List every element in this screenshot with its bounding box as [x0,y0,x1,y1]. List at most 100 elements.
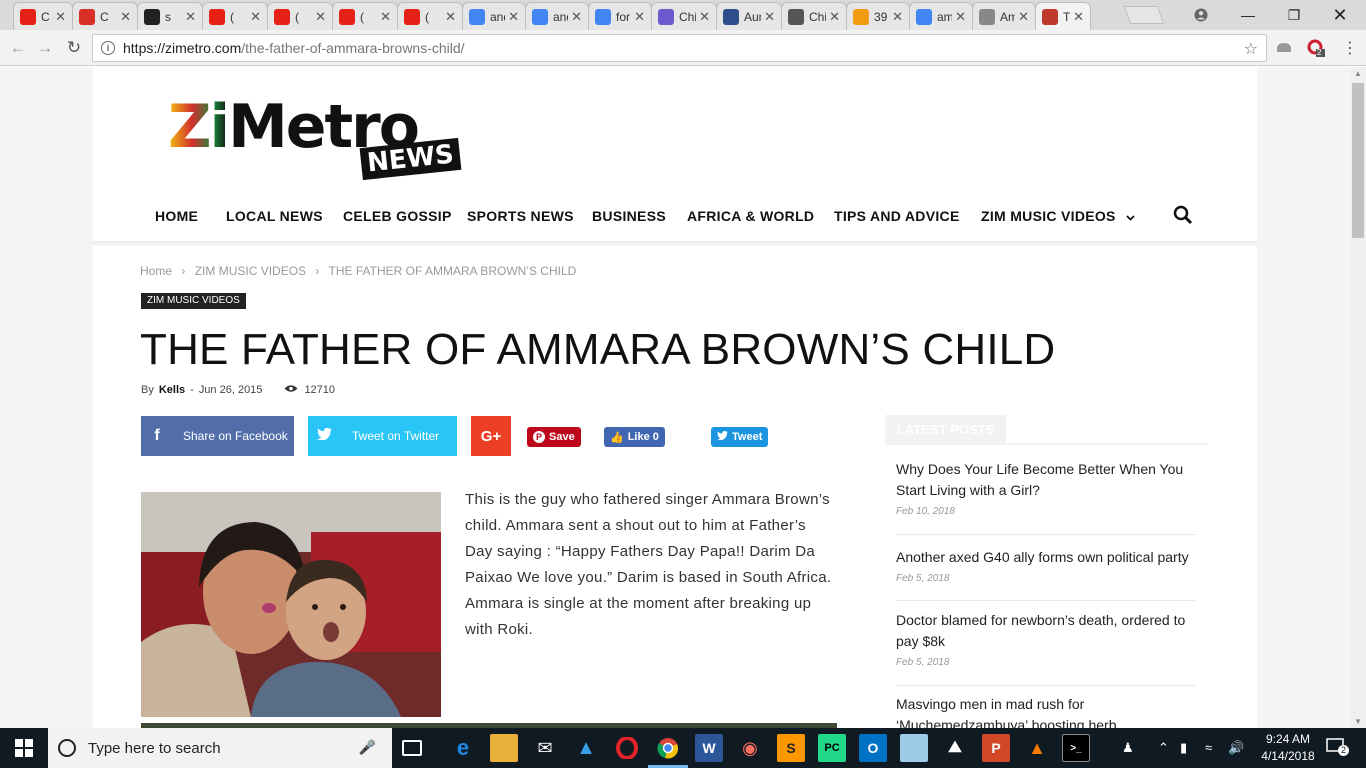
close-tab-icon[interactable]: ✕ [55,9,66,25]
author-link[interactable]: Kells [159,384,185,396]
browser-tab[interactable]: (✕ [267,2,333,30]
close-tab-icon[interactable]: ✕ [1018,9,1029,25]
chrome-menu-icon[interactable]: ⋮ [1340,38,1360,58]
mail-icon[interactable]: ✉ [531,734,559,762]
browser-tab[interactable]: 39 Fa✕ [846,2,910,30]
opera-icon[interactable] [613,734,641,762]
breadcrumb-home[interactable]: Home [140,264,172,278]
close-tab-icon[interactable]: ✕ [571,9,582,25]
sidebar-post-title[interactable]: Why Does Your Life Become Better When Yo… [896,459,1196,501]
sidebar-post-title[interactable]: Doctor blamed for newborn’s death, order… [896,610,1196,652]
google-plus-icon[interactable]: G+ [471,416,511,456]
notes-icon[interactable] [900,734,928,762]
reload-icon[interactable]: ↻ [62,36,86,60]
close-tab-icon[interactable]: ✕ [764,9,775,25]
file-explorer-icon[interactable] [490,734,518,762]
windows-start-icon[interactable] [0,728,48,768]
facebook-like-button[interactable]: 👍 Like 0 [604,427,665,447]
close-tab-icon[interactable]: ✕ [120,9,131,25]
scroll-up-icon[interactable]: ▲ [1354,69,1362,78]
new-tab-button[interactable] [1123,6,1165,24]
people-icon[interactable]: ♟ [1122,740,1134,756]
taskbar-search-box[interactable]: Type here to search 🎤 [48,728,392,768]
share-facebook-button[interactable]: f Share on Facebook [141,416,294,456]
restore-icon[interactable]: ❐ [1271,0,1317,30]
battery-icon[interactable]: ▮ [1180,740,1187,756]
close-tab-icon[interactable]: ✕ [508,9,519,25]
sidebar-post[interactable]: Masvingo men in mad rush for ‘Muchemedza… [896,694,1196,728]
category-badge[interactable]: ZIM MUSIC VIDEOS [141,293,246,309]
address-bar[interactable]: i https://zimetro.com/the-father-of-amma… [92,34,1267,62]
sidebar-post-title[interactable]: Another axed G40 ally forms own politica… [896,547,1196,568]
close-tab-icon[interactable]: ✕ [892,9,903,25]
nav-home[interactable]: HOME [155,208,198,224]
bookmark-star-icon[interactable]: ☆ [1244,39,1258,59]
browser-tab[interactable]: C ✕ [13,2,73,30]
nav-tips-and-advice[interactable]: TIPS AND ADVICE [834,208,960,224]
outlook-icon[interactable]: O [859,734,887,762]
nav-africa-world[interactable]: AFRICA & WORLD [687,208,814,224]
sidebar-post-title[interactable]: Masvingo men in mad rush for ‘Muchemedza… [896,694,1196,728]
sidebar-post[interactable]: Doctor blamed for newborn’s death, order… [896,610,1196,668]
close-tab-icon[interactable]: ✕ [445,9,456,25]
taskbar-clock[interactable]: 9:24 AM 4/14/2018 [1252,731,1324,765]
photos-icon[interactable]: ⛰ [941,734,969,762]
browser-tab[interactable]: (✕ [202,2,268,30]
browser-tab[interactable]: (✕ [332,2,398,30]
sublime-text-icon[interactable]: S [777,734,805,762]
browser-tab[interactable]: Chiw✕ [781,2,847,30]
close-tab-icon[interactable]: ✕ [380,9,391,25]
volume-icon[interactable]: 🔊 [1228,740,1244,756]
wifi-icon[interactable]: ≈ [1205,740,1212,755]
browser-tab[interactable]: for h✕ [588,2,652,30]
browser-tab[interactable]: andy✕ [525,2,589,30]
site-info-icon[interactable]: i [101,41,115,55]
vlc-icon[interactable]: ▲ [1023,734,1051,762]
sidebar-post[interactable]: Why Does Your Life Become Better When Yo… [896,459,1196,517]
close-tab-icon[interactable]: ✕ [955,9,966,25]
action-center-icon[interactable]: 2 [1326,737,1349,758]
nav-local-news[interactable]: LOCAL NEWS [226,208,323,224]
close-tab-icon[interactable]: ✕ [1073,9,1084,25]
chrome-icon[interactable] [654,734,682,762]
browser-tab[interactable]: amm✕ [909,2,973,30]
microphone-icon[interactable]: 🎤 [359,739,376,756]
close-tab-icon[interactable]: ✕ [185,9,196,25]
terminal-icon[interactable]: >_ [1062,734,1090,762]
scrollbar-thumb[interactable] [1352,83,1364,238]
browser-tab[interactable]: T ✕ [1035,2,1091,30]
article-photo[interactable] [141,492,441,717]
word-icon[interactable]: W [695,734,723,762]
powerpoint-icon[interactable]: P [982,734,1010,762]
close-tab-icon[interactable]: ✕ [315,9,326,25]
back-icon[interactable]: ← [6,36,30,60]
browser-tab[interactable]: s ✕ [137,2,203,30]
breadcrumb-category[interactable]: ZIM MUSIC VIDEOS [195,264,306,278]
share-twitter-button[interactable]: Tweet on Twitter [308,416,457,456]
close-tab-icon[interactable]: ✕ [699,9,710,25]
tweet-button[interactable]: Tweet [711,427,769,447]
browser-tab[interactable]: (✕ [397,2,463,30]
sidebar-post[interactable]: Another axed G40 ally forms own politica… [896,547,1196,584]
site-logo[interactable]: ZiMetro NEWS [168,95,462,181]
browser-tab[interactable]: andy✕ [462,2,526,30]
task-view-icon[interactable] [402,740,422,756]
close-tab-icon[interactable]: ✕ [829,9,840,25]
paint-icon[interactable]: ◉ [736,734,764,762]
browser-tab[interactable]: C ✕ [72,2,138,30]
forward-icon[interactable]: → [33,36,57,60]
store-icon[interactable]: ▲ [572,734,600,762]
search-icon[interactable] [1173,205,1195,227]
close-tab-icon[interactable]: ✕ [634,9,645,25]
browser-tab[interactable]: Chie✕ [651,2,717,30]
close-window-icon[interactable]: ✕ [1317,0,1363,30]
show-hidden-icons-icon[interactable]: ⌃ [1158,740,1169,756]
nav-sports-news[interactable]: SPORTS NEWS [467,208,574,224]
minimize-icon[interactable]: — [1225,0,1271,30]
nav-business[interactable]: BUSINESS [592,208,666,224]
close-tab-icon[interactable]: ✕ [250,9,261,25]
pycharm-icon[interactable]: PC [818,734,846,762]
nav-zim-music-videos[interactable]: ZIM MUSIC VIDEOS [981,208,1135,224]
scroll-down-icon[interactable]: ▼ [1354,717,1362,726]
browser-tab[interactable]: Amn✕ [972,2,1036,30]
